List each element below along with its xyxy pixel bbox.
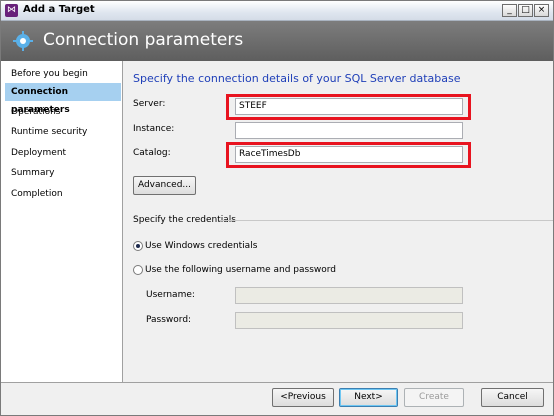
sidebar-item-summary[interactable]: Summary [5,164,121,182]
username-password-label[interactable]: Use the following username and password [145,265,336,275]
sidebar-item-before-you-begin[interactable]: Before you begin [5,65,121,83]
gear-wizard-icon [13,31,33,51]
catalog-label: Catalog: [133,148,171,158]
password-field[interactable] [235,312,463,329]
server-field[interactable]: STEEF [235,98,463,115]
sidebar-item-connection-parameters[interactable]: Connection parameters [5,83,121,115]
visual-studio-icon: ⋈ [5,4,18,17]
close-button[interactable]: × [534,4,549,17]
wizard-footer: <Previous Next> Create Cancel [1,382,553,415]
add-target-window: ⋈ Add a Target _ □ × Connection paramete… [0,0,554,416]
sidebar-item-runtime-security[interactable]: Runtime security [5,123,121,141]
window-title: Add a Target [23,4,95,15]
cancel-button[interactable]: Cancel [481,388,544,407]
group-divider [219,220,553,221]
next-button[interactable]: Next> [339,388,398,407]
sidebar-item-deployment[interactable]: Deployment [5,144,121,162]
window-controls: _ □ × [502,4,549,17]
username-label: Username: [146,290,195,300]
sidebar-item-completion[interactable]: Completion [5,185,121,203]
password-label: Password: [146,315,192,325]
username-field[interactable] [235,287,463,304]
username-password-radio[interactable] [133,265,143,275]
previous-button[interactable]: <Previous [272,388,334,407]
server-label: Server: [133,99,166,109]
title-bar[interactable]: ⋈ Add a Target _ □ × [1,1,553,21]
sidebar-item-operations[interactable]: Operations [5,103,121,121]
connection-parameters-panel: Specify the connection details of your S… [123,61,553,382]
instance-field[interactable] [235,122,463,139]
instance-label: Instance: [133,124,175,134]
catalog-field[interactable]: RaceTimesDb [235,146,463,163]
windows-credentials-radio[interactable] [133,241,143,251]
windows-credentials-label[interactable]: Use Windows credentials [145,241,257,251]
advanced-button[interactable]: Advanced... [133,176,196,195]
create-button[interactable]: Create [404,388,464,407]
minimize-button[interactable]: _ [502,4,517,17]
wizard-steps-sidebar: Before you begin Connection parameters O… [1,61,123,382]
section-heading: Specify the connection details of your S… [133,72,461,85]
page-title: Connection parameters [43,30,244,50]
maximize-button[interactable]: □ [518,4,533,17]
wizard-header: Connection parameters [1,21,553,61]
